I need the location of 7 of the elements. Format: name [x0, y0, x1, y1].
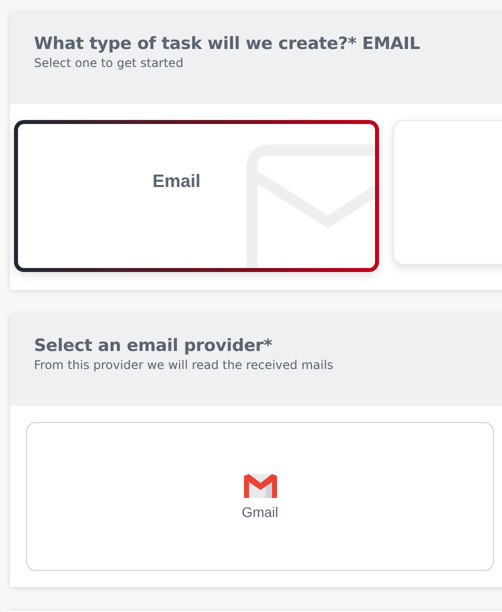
card-subtitle: From this provider we will read the received mails: [34, 358, 334, 372]
card-title: What type of task will we create?* EMAIL: [34, 34, 422, 54]
provider-option[interactable]: Gmail: [26, 422, 494, 571]
card-subtitle: Select one to get started: [34, 56, 184, 70]
gmail-icon: [244, 474, 276, 498]
card-title: Select an email provider*: [34, 336, 274, 356]
envelope-icon: [246, 144, 375, 268]
